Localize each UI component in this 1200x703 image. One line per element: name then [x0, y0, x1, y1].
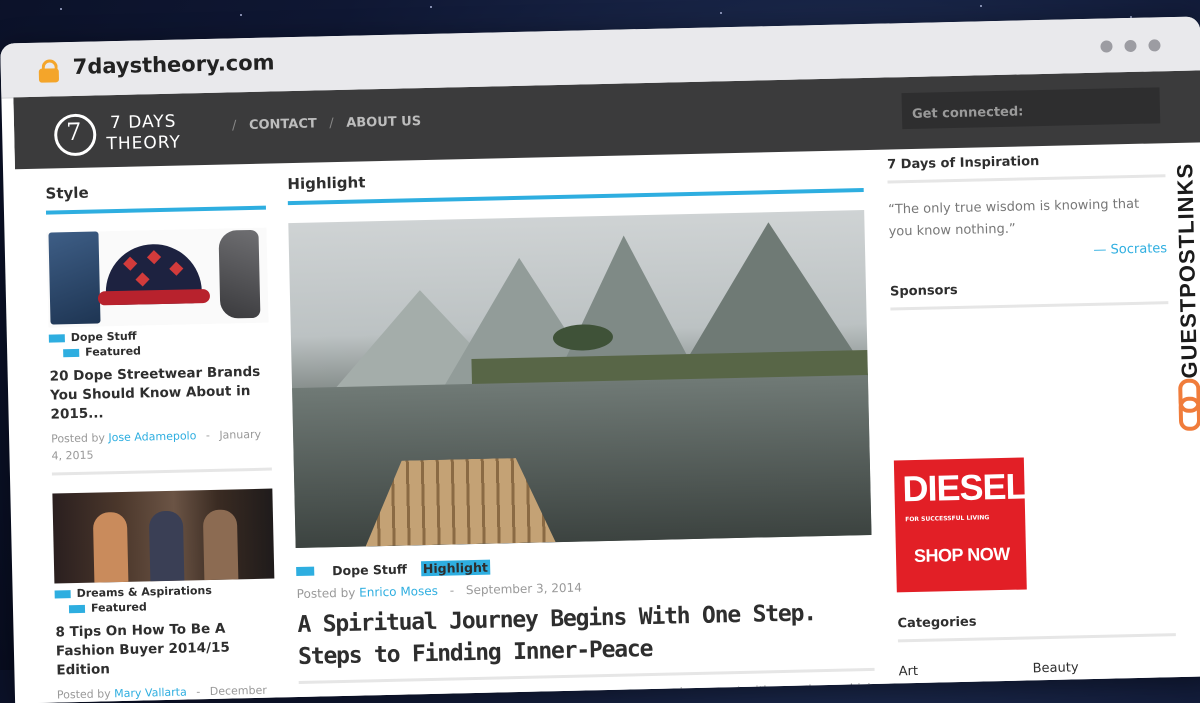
highlight-section-title: Highlight [287, 173, 366, 194]
category-tag-icon [54, 589, 71, 599]
category-link[interactable]: Beauty [1033, 660, 1079, 676]
post-meta: Posted by Jose Adamepolo - January 4, 20… [50, 427, 262, 463]
sneaker-image [218, 229, 261, 319]
post-divider [51, 467, 272, 476]
highlight-column: Highlight Dope Stuff Highlight Posted by… [287, 162, 875, 703]
post-date: September 3, 2014 [465, 580, 583, 598]
post-title[interactable]: 8 Tips On How To Be A Fashion Buyer 2014… [55, 619, 276, 681]
section-divider [887, 174, 1166, 184]
quote-author: — Socrates [1093, 241, 1168, 258]
post-thumbnail[interactable] [46, 227, 269, 328]
logo-text-line1[interactable]: 7 DAYS [110, 112, 177, 134]
style-section-title: Style [45, 183, 89, 203]
post-title[interactable]: 20 Dope Streetwear Brands You Should Kno… [50, 363, 271, 425]
chain-link-icon [1178, 378, 1200, 431]
category-tag-icon [63, 348, 80, 357]
ad-tagline: FOR SUCCESSFUL LIVING [905, 514, 990, 524]
get-connected-box: Get connected: [901, 87, 1161, 130]
post-meta: Posted by Mary Vallarta - December 16, 2… [57, 682, 278, 703]
post-category[interactable]: Dope Stuff [332, 562, 407, 579]
categories-title: Categories [897, 614, 977, 632]
lock-icon [38, 59, 60, 83]
post-category[interactable]: Dope Stuff [71, 330, 137, 344]
category-link[interactable]: Art [898, 664, 918, 679]
category-tag-icon [296, 566, 315, 577]
section-divider [897, 633, 1176, 643]
logo-text-line2[interactable]: THEORY [106, 133, 181, 155]
diesel-ad[interactable]: DIESEL FOR SUCCESSFUL LIVING SHOP NOW [893, 457, 1027, 593]
post-excerpt: ...ly connect with ourselves, which [668, 680, 876, 700]
inspiration-quote: “The only true wisdom is knowing that yo… [887, 196, 1140, 240]
window-controls [1100, 39, 1161, 53]
post-author[interactable]: Jose Adamepolo [108, 429, 196, 444]
watermark: GUESTPOSTLINKS [1164, 130, 1200, 431]
url-bar[interactable]: 7daystheory.com [72, 50, 274, 79]
highlight-headline[interactable]: A Spiritual Journey Begins With One Step… [297, 596, 874, 673]
post-category[interactable]: Dreams & Aspirations [77, 584, 212, 600]
nav-about-us[interactable]: ABOUT US [346, 114, 421, 131]
post-category[interactable]: Featured [85, 344, 141, 358]
vest-image [48, 231, 101, 325]
section-divider [890, 301, 1169, 311]
category-tag-icon [68, 604, 86, 613]
section-divider [45, 205, 266, 215]
style-column: Style Dope Stuff Featured 20 Dope Street… [45, 180, 277, 703]
nav-contact[interactable]: CONTACT [249, 116, 317, 133]
post-author[interactable]: Enrico Moses [359, 584, 438, 600]
main-nav: / CONTACT / ABOUT US [231, 114, 422, 134]
post-category[interactable]: Featured [91, 600, 147, 614]
right-sidebar: 7 Days of Inspiration “The only true wis… [887, 151, 1177, 679]
highlight-tag[interactable]: Highlight [420, 559, 491, 577]
window-dot-icon[interactable] [1124, 39, 1137, 53]
post-author[interactable]: Mary Vallarta [114, 686, 187, 701]
logo-mark[interactable]: 7 [66, 118, 82, 146]
browser-window: 7daystheory.com 7 7 DAYS THEORY / CONTAC… [0, 16, 1200, 703]
inspiration-title: 7 Days of Inspiration [886, 154, 1040, 173]
watermark-text: GUESTPOSTLINKS [1172, 162, 1200, 379]
post-thumbnail[interactable] [52, 488, 275, 584]
window-dot-icon[interactable] [1100, 40, 1113, 53]
window-dot-icon[interactable] [1148, 39, 1161, 52]
sponsors-title: Sponsors [889, 282, 958, 300]
cap-image [97, 243, 211, 306]
hero-image[interactable] [288, 210, 872, 549]
website: 7 7 DAYS THEORY / CONTACT / ABOUT US Get… [13, 70, 1200, 703]
ad-brand: DIESEL [902, 465, 1027, 510]
category-tag-icon [48, 333, 65, 343]
ad-cta[interactable]: SHOP NOW [914, 544, 1010, 567]
